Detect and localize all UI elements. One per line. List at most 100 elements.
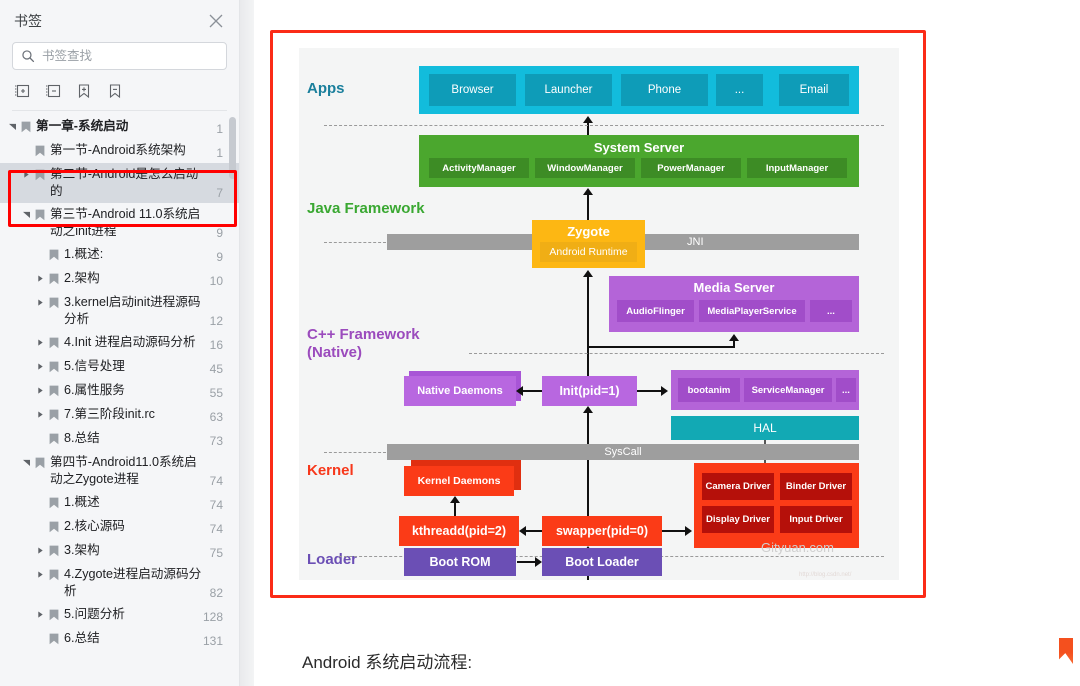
bookmark-tree-item[interactable]: 1.概述: 9 [0,243,239,267]
bookmark-tree-item[interactable]: 7.第三阶段init.rc 63 [0,403,239,427]
bookmark-item-page: 55 [209,386,223,400]
remove-bookmark-icon[interactable] [105,81,125,101]
bookmark-tree-item[interactable]: 第三节-Android 11.0系统启动之init进程 9 [0,203,239,243]
bookmark-tree-item[interactable]: 6.总结 131 [0,627,239,651]
bookmark-tree-item[interactable]: 6.属性服务 55 [0,379,239,403]
bookmark-item-label: 第三节-Android 11.0系统启动之init进程 [50,207,201,238]
bookmark-item-page: 128 [202,610,223,624]
boot-rom-box: Boot ROM [404,548,516,576]
hal-box: HAL [671,416,859,440]
page-edge-marker-icon [1059,638,1073,664]
chevron-right-icon[interactable] [34,542,46,559]
arrow-init-to-services-head [661,386,668,396]
layer-label-java-framework: Java Framework [307,200,425,217]
bookmark-tree-item[interactable]: 第一节-Android系统架构 1 [0,139,239,163]
bookmark-icon [46,270,61,287]
collapse-all-icon[interactable] [43,81,63,101]
chevron-right-icon[interactable] [34,270,46,287]
arrow-init-to-nativedaemons [523,390,542,392]
bookmark-item-page: 16 [209,338,223,352]
bookmark-tree-item[interactable]: 5.信号处理 45 [0,355,239,379]
arrow-zygote-to-systemserver-head [583,188,593,195]
driver-binder: Binder Driver [780,473,852,500]
chevron-down-icon[interactable] [6,118,18,135]
search-box[interactable] [12,42,227,70]
bookmark-icon [46,406,61,423]
bookmark-tree-item[interactable]: 1.概述 74 [0,491,239,515]
bookmark-icon [46,542,61,559]
toolbar-divider [12,110,227,111]
chevron-right-icon[interactable] [34,334,46,351]
service-servicemanager: ServiceManager [744,378,832,402]
bookmark-tree-item[interactable]: 4.Zygote进程启动源码分析 82 [0,563,239,603]
android-boot-architecture-diagram: Apps Java Framework C++ Framework (Nativ… [299,48,899,580]
sidebar-scrollbar-thumb[interactable] [229,117,236,179]
chevron-right-icon[interactable] [34,358,46,375]
twisty-placeholder [34,246,46,263]
jni-bar-label: JNI [687,236,704,248]
chevron-right-icon[interactable] [34,566,46,583]
kernel-daemons-box: Kernel Daemons [404,466,514,496]
chevron-down-icon[interactable] [20,454,32,471]
arrow-init-to-mediaserver-h [587,346,734,348]
bookmark-icon [46,246,61,263]
close-icon[interactable] [205,10,227,32]
bookmark-icon [46,430,61,447]
bookmark-item-label: 5.问题分析 [64,607,125,621]
bookmark-tree-item[interactable]: 5.问题分析 128 [0,603,239,627]
arrow-swapper-to-kthreadd [526,530,542,532]
layer-label-cpp-framework: C++ Framework (Native) [307,326,420,361]
bookmark-tree-item[interactable]: 3.架构 75 [0,539,239,563]
search-input[interactable] [42,49,218,63]
bookmark-icon [46,494,61,511]
chevron-right-icon[interactable] [20,166,32,183]
bookmark-tree-item[interactable]: 4.Init 进程启动源码分析 16 [0,331,239,355]
media-audioflinger: AudioFlinger [617,300,694,322]
arrow-systemserver-to-apps-head [583,116,593,123]
kthreadd-box: kthreadd(pid=2) [399,516,519,546]
chevron-right-icon[interactable] [34,406,46,423]
bookmark-item-label: 第一节-Android系统架构 [50,143,186,157]
bookmark-item-label: 2.架构 [64,271,100,285]
twisty-placeholder [34,518,46,535]
app-phone: Phone [621,74,708,106]
twisty-placeholder [20,142,32,159]
bookmark-tree-item[interactable]: 3.kernel启动init进程源码分析 12 [0,291,239,331]
bookmark-icon [46,630,61,647]
bookmark-tree-item[interactable]: 第四节-Android11.0系统启动之Zygote进程 74 [0,451,239,491]
chevron-right-icon[interactable] [34,382,46,399]
bookmark-item-label: 2.核心源码 [64,519,125,533]
bookmark-item-label: 1.概述 [64,495,100,509]
bookmark-item-page: 75 [209,546,223,560]
chevron-down-icon[interactable] [20,206,32,223]
arrow-init-to-services [637,390,661,392]
bookmark-tree-item[interactable]: 2.核心源码 74 [0,515,239,539]
boot-loader-box: Boot Loader [542,548,662,576]
bookmark-tree-item[interactable]: 2.架构 10 [0,267,239,291]
bookmark-item-page: 1 [216,146,223,160]
sidebar-scrollbar[interactable] [229,115,236,675]
search-icon [21,49,35,63]
bookmark-tree-item[interactable]: 第二节-Android是怎么启动的 7 [0,163,239,203]
bookmark-item-page: 10 [209,274,223,288]
bookmark-tree-item[interactable]: 第一章-系统启动 1 [0,115,239,139]
driver-camera: Camera Driver [702,473,774,500]
sidebar-toolbar [0,75,239,107]
app-email: Email [779,74,849,106]
bookmark-tree-item[interactable]: 8.总结 73 [0,427,239,451]
page-caption: Android 系统启动流程: [302,653,473,672]
service-bootanim: bootanim [678,378,740,402]
bookmark-icon [18,118,33,135]
bookmark-item-page: 1 [216,122,223,136]
bookmark-tree[interactable]: 第一章-系统启动 1 第一节-Android系统架构 1 第二节-Android是怎么启… [0,113,239,686]
chevron-right-icon[interactable] [34,294,46,311]
twisty-placeholder [34,430,46,447]
bookmark-item-label: 第一章-系统启动 [36,119,129,133]
add-bookmark-icon[interactable] [74,81,94,101]
expand-all-icon[interactable] [12,81,32,101]
bookmark-item-page: 131 [202,634,223,648]
bookmark-icon [32,454,47,471]
chevron-right-icon[interactable] [34,606,46,623]
bookmark-item-page: 12 [209,314,223,328]
arrow-init-to-nativedaemons-head [516,386,523,396]
